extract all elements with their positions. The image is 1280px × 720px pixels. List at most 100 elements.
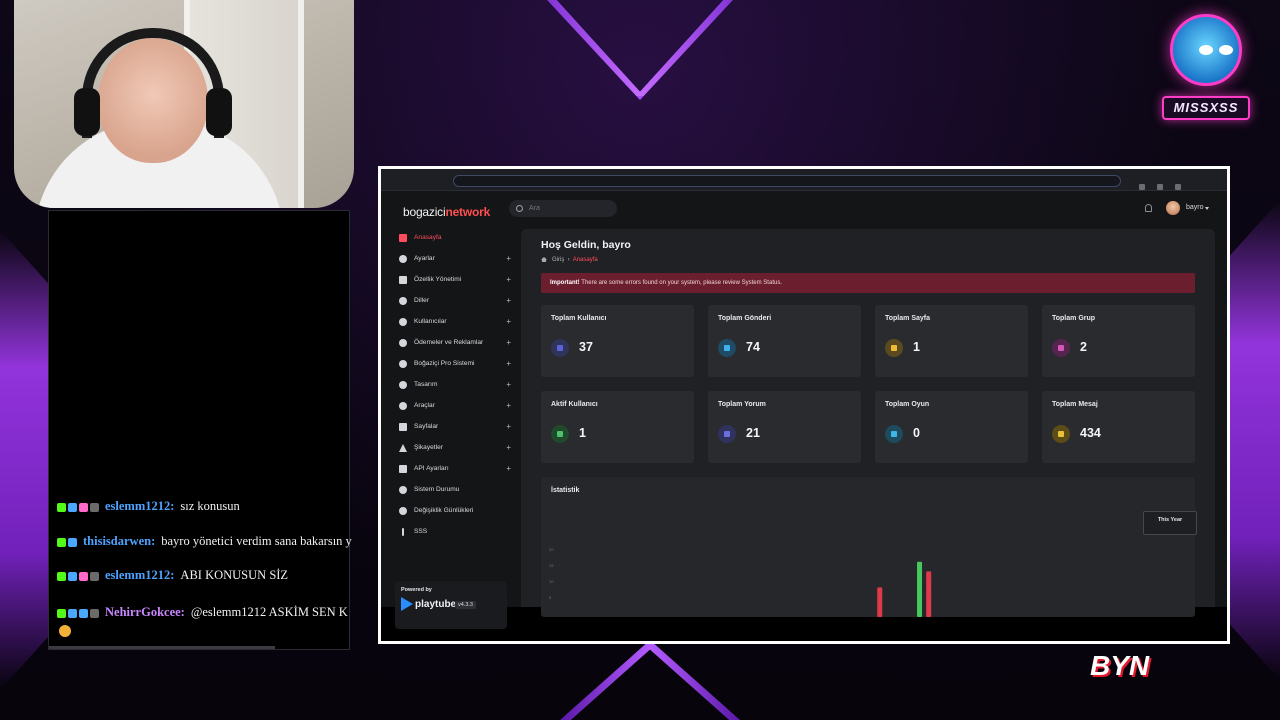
sidebar-item-label: Sayfalar: [414, 423, 439, 430]
bell-icon[interactable]: [1145, 204, 1152, 212]
sidebar-item-label: API Ayarları: [414, 465, 449, 472]
top-navbar: bogazicinetwork bayro: [381, 191, 1227, 229]
expand-icon: +: [506, 275, 511, 284]
chat-username[interactable]: thisisdarwen:: [83, 534, 155, 548]
neon-side-right: [1228, 200, 1280, 680]
stat-card[interactable]: Toplam Yorum 21: [708, 391, 861, 463]
avatar[interactable]: [1166, 201, 1180, 215]
stats-title: İstatistik: [551, 487, 580, 494]
gear-icon: [399, 255, 407, 263]
user-icon: [399, 318, 407, 326]
heart-icon: [79, 503, 88, 513]
sidebar-item-label: Özellik Yönetimi: [414, 276, 462, 283]
sidebar-item-diller[interactable]: Diller +: [399, 294, 511, 308]
sidebar-item-araclar[interactable]: Araçlar +: [399, 399, 511, 413]
sidebar-item-label: Değişiklik Günlükleri: [414, 507, 474, 514]
sidebar-item-ayarlar[interactable]: Ayarlar +: [399, 252, 511, 266]
chat-badges: [57, 569, 101, 584]
stat-card-value: 1: [913, 340, 920, 354]
logo-suffix: network: [445, 205, 491, 219]
mascot-eye-icon: [1219, 45, 1233, 55]
stat-card-title: Toplam Yorum: [718, 401, 766, 408]
browser-controls: [1127, 177, 1217, 190]
screen-capture-frame: bogazicinetwork bayro Anasayfa Ayarlar + …: [378, 166, 1230, 644]
address-bar[interactable]: [453, 175, 1121, 187]
headset-ear-left: [74, 88, 100, 136]
expand-icon: +: [506, 464, 511, 473]
chat-username[interactable]: NehirrGokcee:: [105, 605, 185, 619]
stat-card-value: 21: [746, 426, 760, 440]
alert-text: There are some errors found on your syst…: [581, 280, 782, 286]
sidebar-item-label: Şikayetler: [414, 444, 443, 451]
heart-icon: [79, 572, 88, 582]
minimize-icon[interactable]: [1139, 184, 1145, 190]
chart-bar[interactable]: [877, 587, 883, 617]
chevron-down-icon[interactable]: [1205, 207, 1209, 210]
stat-card[interactable]: Toplam Mesaj 434: [1042, 391, 1195, 463]
stat-card-icon: [551, 425, 569, 443]
sidebar-item-tasarim[interactable]: Tasarım +: [399, 378, 511, 392]
stat-card[interactable]: Toplam Kullanıcı 37: [541, 305, 694, 377]
sidebar-item-sikayetler[interactable]: Şikayetler +: [399, 441, 511, 455]
chat-message: NehirrGokcee: @eslemm1212 ASKİM SEN K: [57, 605, 357, 621]
chat-username[interactable]: eslemm1212:: [105, 499, 174, 513]
stat-card-value: 1: [579, 426, 586, 440]
chart-y-tick-label: 10: [549, 579, 554, 584]
sword-icon: [68, 503, 77, 513]
sidebar-item-anasayfa[interactable]: Anasayfa: [399, 231, 511, 245]
expand-icon: +: [506, 359, 511, 368]
close-icon[interactable]: [1175, 184, 1181, 190]
year-filter-button[interactable]: This Year: [1143, 511, 1197, 535]
tools-icon: [399, 402, 407, 410]
sidebar-item-sss[interactable]: SSS: [399, 525, 511, 539]
sidebar-item-label: Boğaziçi Pro Sistemi: [414, 360, 475, 367]
chat-username[interactable]: eslemm1212:: [105, 568, 174, 582]
kick-icon: [57, 538, 66, 548]
stat-card[interactable]: Toplam Grup 2: [1042, 305, 1195, 377]
powered-by-box: Powered by playtube v4.3.3: [395, 581, 507, 629]
stat-card[interactable]: Toplam Oyun 0: [875, 391, 1028, 463]
stat-card-title: Toplam Oyun: [885, 401, 930, 408]
stat-card-title: Toplam Grup: [1052, 315, 1096, 322]
stat-card-icon: [1052, 339, 1070, 357]
playtube-icon: [401, 597, 413, 611]
expand-icon: +: [506, 254, 511, 263]
stat-card[interactable]: Toplam Sayfa 1: [875, 305, 1028, 377]
subscriber-icon: [79, 609, 88, 619]
sidebar-item-sistem-durumu[interactable]: Sistem Durumu: [399, 483, 511, 497]
search-input[interactable]: [509, 200, 617, 217]
stat-card-title: Toplam Gönderi: [718, 315, 772, 322]
emoji-icon: [59, 625, 71, 637]
sidebar-item-kullanicilar[interactable]: Kullanıcılar +: [399, 315, 511, 329]
chat-scrollbar[interactable]: [49, 646, 275, 649]
sidebar-item-api[interactable]: API Ayarları +: [399, 462, 511, 476]
sidebar-item-label: Diller: [414, 297, 430, 304]
dashboard-main: Hoş Geldin, bayro Giriş › Anasayfa Impor…: [521, 229, 1215, 617]
chat-message: eslemm1212: ABI KONUSUN SİZ: [57, 568, 357, 584]
expand-icon: +: [506, 443, 511, 452]
user-menu-name[interactable]: bayro: [1186, 204, 1204, 211]
globe-icon: [399, 297, 407, 305]
palette-icon: [399, 381, 407, 389]
stat-card-value: 434: [1080, 426, 1101, 440]
more-vertical-icon: [402, 528, 404, 536]
page-title: Hoş Geldin, bayro: [541, 239, 631, 251]
stat-card[interactable]: Aktif Kullanıcı 1: [541, 391, 694, 463]
stat-card-icon: [1052, 425, 1070, 443]
chart-bar[interactable]: [917, 561, 923, 617]
maximize-icon[interactable]: [1157, 184, 1163, 190]
sidebar-item-ozellik[interactable]: Özellik Yönetimi +: [399, 273, 511, 287]
sidebar-item-odemeler[interactable]: Ödemeler ve Reklamlar +: [399, 336, 511, 350]
sidebar-item-sayfalar[interactable]: Sayfalar +: [399, 420, 511, 434]
breadcrumb-root[interactable]: Giriş: [552, 257, 564, 263]
sidebar-item-degisiklik[interactable]: Değişiklik Günlükleri: [399, 504, 511, 518]
stat-card-value: 37: [579, 340, 593, 354]
expand-icon: +: [506, 338, 511, 347]
site-logo[interactable]: bogazicinetwork: [403, 205, 490, 219]
chart-bar[interactable]: [926, 571, 932, 617]
sidebar-item-pro[interactable]: Boğaziçi Pro Sistemi +: [399, 357, 511, 371]
stat-card[interactable]: Toplam Gönderi 74: [708, 305, 861, 377]
gift-icon: [90, 503, 99, 513]
api-icon: [399, 465, 407, 473]
system-alert: Important! There are some errors found o…: [541, 273, 1195, 293]
